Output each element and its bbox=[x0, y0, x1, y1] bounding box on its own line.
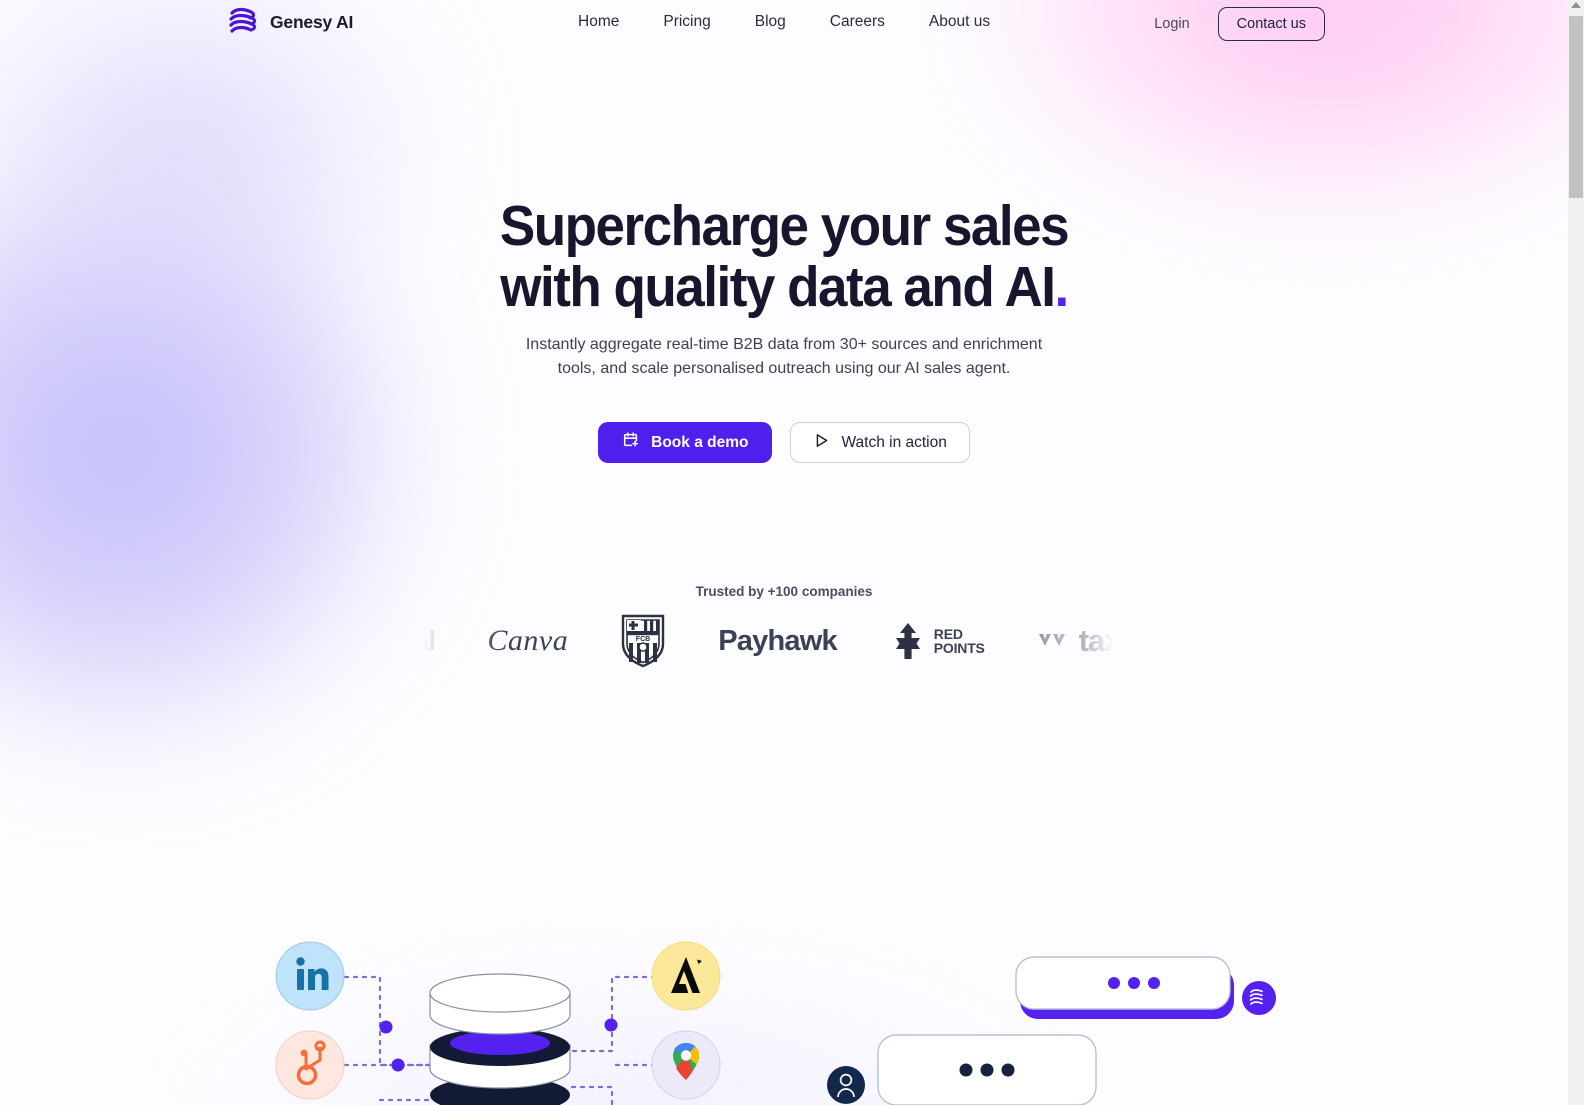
taxdown-logo: taxdown bbox=[1037, 623, 1198, 659]
book-a-demo-label: Book a demo bbox=[651, 433, 749, 451]
product-illustration bbox=[0, 905, 1568, 1105]
genesy-avatar-icon bbox=[1242, 981, 1276, 1015]
hero-subtitle-line-1: Instantly aggregate real-time B2B data f… bbox=[525, 336, 1043, 353]
book-a-demo-button[interactable]: Book a demo bbox=[598, 422, 773, 463]
user-chat-bubble bbox=[877, 1034, 1097, 1105]
connector-dot bbox=[391, 1058, 405, 1072]
hero-subtitle: Instantly aggregate real-time B2B data f… bbox=[0, 333, 1568, 381]
taxdown-wordmark: taxdown bbox=[1078, 623, 1199, 658]
scrollbar-thumb[interactable] bbox=[1569, 16, 1583, 198]
svg-text:FCB: FCB bbox=[636, 636, 650, 643]
header-actions: Login Contact us bbox=[1154, 7, 1325, 41]
google-maps-icon bbox=[651, 1030, 721, 1100]
factorial-logo: torial bbox=[370, 625, 436, 656]
connector-dot bbox=[604, 1018, 618, 1032]
hero-title-line-2: with quality data and AI bbox=[500, 255, 1056, 319]
user-avatar-icon bbox=[827, 1066, 865, 1104]
play-icon bbox=[813, 432, 830, 454]
stacked-database-icon bbox=[429, 973, 571, 1105]
page-canvas: Genesy AI Home Pricing Blog Careers Abou… bbox=[0, 0, 1568, 1105]
page-title: Supercharge your sales with quality data… bbox=[55, 196, 1513, 318]
contact-us-button[interactable]: Contact us bbox=[1217, 7, 1325, 41]
site-header: Genesy AI Home Pricing Blog Careers Abou… bbox=[0, 0, 1568, 48]
client-logo-marquee: torial Canva FCB Payhawk RED POINTS taxd… bbox=[0, 608, 1568, 674]
apollo-icon bbox=[651, 941, 721, 1011]
watch-in-action-button[interactable]: Watch in action bbox=[790, 422, 970, 463]
redpoints-logo: RED POINTS bbox=[889, 621, 985, 661]
nav-item-careers[interactable]: Careers bbox=[830, 13, 885, 31]
login-link[interactable]: Login bbox=[1154, 16, 1189, 32]
brand-name: Genesy AI bbox=[270, 11, 354, 32]
nav-item-home[interactable]: Home bbox=[578, 13, 619, 31]
watch-in-action-label: Watch in action bbox=[841, 433, 947, 451]
genesy-wave-logo-icon bbox=[226, 4, 260, 40]
hero-subtitle-line-2: tools, and scale personalised outreach u… bbox=[557, 360, 1011, 377]
vertical-scrollbar[interactable] bbox=[1568, 0, 1584, 1105]
nav-item-pricing[interactable]: Pricing bbox=[663, 13, 710, 31]
nav-item-blog[interactable]: Blog bbox=[755, 13, 786, 31]
scroll-up-arrow-icon[interactable] bbox=[1571, 2, 1581, 8]
hero-cta-row: Book a demo Watch in action bbox=[0, 422, 1568, 463]
connector-dot bbox=[379, 1020, 393, 1034]
nav-item-about-us[interactable]: About us bbox=[929, 13, 990, 31]
canva-logo: Canva bbox=[487, 624, 569, 657]
hubspot-icon bbox=[275, 1030, 345, 1100]
hero-title-accent-period: . bbox=[1054, 255, 1070, 319]
main-navigation: Home Pricing Blog Careers About us bbox=[578, 13, 990, 31]
fcb-crest-logo: FCB bbox=[620, 614, 666, 668]
redpoints-wordmark: RED POINTS bbox=[933, 626, 985, 656]
payhawk-logo: Payhawk bbox=[718, 624, 837, 657]
trusted-by-label: Trusted by +100 companies bbox=[695, 584, 873, 599]
typing-dots-icon bbox=[959, 1063, 1015, 1077]
hero-title-line-1: Supercharge your sales bbox=[499, 194, 1070, 258]
calendar-plus-icon bbox=[622, 431, 640, 454]
brand-logo-link[interactable]: Genesy AI bbox=[226, 4, 353, 40]
agent-chat-bubble bbox=[1015, 956, 1234, 1019]
typing-dots-icon bbox=[1108, 977, 1160, 989]
linkedin-icon bbox=[275, 941, 345, 1011]
